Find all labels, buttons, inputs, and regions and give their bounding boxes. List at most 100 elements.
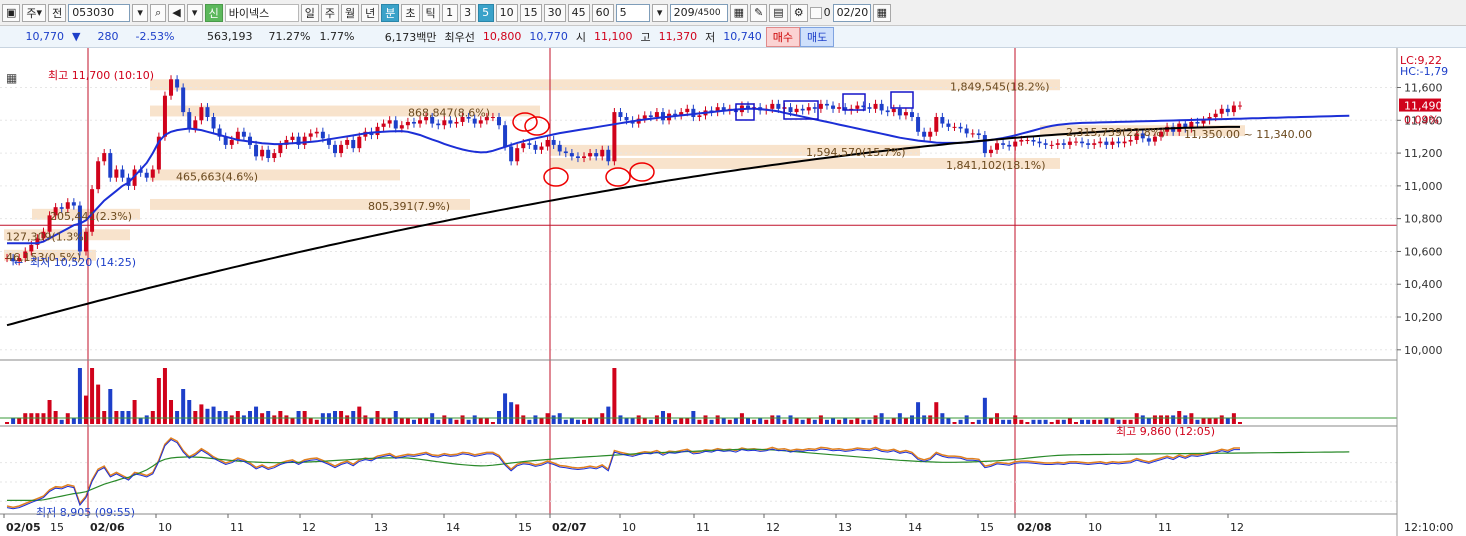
candle-body: [1080, 141, 1085, 144]
candle-body: [995, 143, 1000, 150]
x-tick-label: 02/08: [1017, 521, 1052, 534]
interval-select[interactable]: 5: [615, 3, 650, 22]
period-minute[interactable]: 분: [381, 3, 400, 22]
volume-bar: [23, 413, 28, 424]
interval-5[interactable]: 5: [477, 3, 494, 22]
period-second[interactable]: 초: [401, 3, 420, 22]
volume-bar: [746, 417, 751, 424]
period-tick[interactable]: 틱: [421, 3, 440, 22]
candle-body: [1061, 143, 1066, 145]
gear-icon[interactable]: ⚙: [789, 3, 808, 22]
period-day[interactable]: 일: [300, 3, 319, 22]
candle-body: [345, 139, 350, 145]
volume-bar: [600, 413, 605, 424]
chart-area[interactable]: 127,309(1.3%)46,153(0.5%)205,441(2.3%)46…: [0, 48, 1466, 536]
count-value: 209: [673, 6, 695, 19]
volume-bar: [515, 404, 520, 424]
candle-body: [557, 144, 562, 152]
candle-body: [776, 103, 781, 109]
tools-icon[interactable]: ✎: [750, 3, 768, 22]
sell-button[interactable]: 매도: [799, 26, 835, 47]
volume-bar: [418, 417, 423, 424]
candle-body: [162, 95, 167, 137]
volume-bar: [733, 417, 738, 424]
volume-bar: [484, 417, 489, 424]
candle-body: [575, 156, 580, 158]
interval-15[interactable]: 15: [519, 3, 542, 22]
interval-1[interactable]: 1: [441, 3, 458, 22]
x-tick-label: 12: [302, 521, 316, 534]
candle-body: [1116, 141, 1121, 144]
grid-icon[interactable]: ▦: [729, 3, 749, 22]
candle-body: [320, 131, 325, 139]
volume-bar: [575, 419, 580, 424]
candle-body: [1037, 141, 1042, 144]
volume-bar: [1073, 422, 1078, 424]
option-checkbox[interactable]: [809, 6, 822, 19]
interval-60[interactable]: 60: [591, 3, 614, 22]
period-week[interactable]: 주: [320, 3, 340, 22]
price-tick-label: 10,400: [1404, 278, 1443, 291]
x-tick-label: 10: [158, 521, 172, 534]
interval-dropdown-icon[interactable]: ▾: [651, 3, 668, 22]
volume-bar: [588, 417, 593, 424]
volume-bar: [199, 404, 204, 424]
candle-body: [958, 126, 963, 129]
candle-body: [205, 107, 210, 118]
volume-bar: [934, 402, 939, 424]
candle-body: [916, 117, 921, 132]
candle-body: [909, 112, 914, 118]
volume-bar: [861, 419, 866, 424]
corner-label-hc: HC:-1,79: [1400, 65, 1448, 78]
last-percent-tag: 0.09%: [1404, 114, 1439, 127]
interval-10[interactable]: 10: [495, 3, 518, 22]
interval-3[interactable]: 3: [459, 3, 476, 22]
interval-45[interactable]: 45: [567, 3, 590, 22]
speaker-dropdown-icon[interactable]: ▾: [186, 3, 203, 22]
stock-code-input[interactable]: 053030: [68, 3, 131, 22]
search-icon[interactable]: ⌕: [150, 3, 167, 22]
volume-bar: [995, 413, 1000, 424]
period-month[interactable]: 월: [341, 3, 360, 22]
layout-icon[interactable]: ▣: [2, 3, 21, 22]
interval-30[interactable]: 30: [543, 3, 566, 22]
buy-button[interactable]: 매수: [765, 26, 800, 47]
volume-bar: [818, 415, 823, 424]
type-selector[interactable]: 주 ▾: [22, 3, 47, 22]
period-year[interactable]: 년: [361, 3, 380, 22]
candle-body: [1128, 139, 1133, 142]
candle-body: [442, 120, 447, 126]
save-icon[interactable]: ▤: [769, 3, 788, 22]
volume-bar: [1140, 415, 1145, 424]
x-tick-label: 12: [1230, 521, 1244, 534]
volume-bar: [108, 389, 113, 424]
checkbox-label: 0: [823, 6, 831, 19]
calendar-icon[interactable]: ▦: [872, 3, 891, 22]
high-label: 고: [640, 30, 651, 44]
volume-bar: [424, 417, 429, 424]
volume-bar: [272, 415, 277, 424]
candle-body: [515, 148, 520, 162]
x-tick-label: 10: [1088, 521, 1102, 534]
indicator-low-annotation: 최저 8,905 (09:55): [36, 506, 135, 519]
candle-body: [114, 169, 119, 178]
candle-body: [102, 153, 107, 162]
count-input[interactable]: 209/4500: [669, 3, 728, 22]
volume-value: 563,193: [206, 30, 253, 43]
volume-bar: [794, 417, 799, 424]
code-dropdown-icon[interactable]: ▾: [132, 3, 149, 22]
candle-body: [418, 120, 423, 124]
candle-body: [59, 207, 64, 209]
speaker-icon[interactable]: ◀: [168, 3, 185, 22]
price-tick-label: 11,000: [1404, 180, 1443, 193]
date-input[interactable]: 02/20: [832, 3, 871, 22]
candle-body: [175, 79, 180, 88]
jeon-button[interactable]: 전: [48, 3, 67, 22]
volume-bar: [260, 413, 265, 424]
best-label: 최우선: [444, 30, 475, 44]
volume-bar: [940, 413, 945, 424]
volume-bar: [478, 417, 483, 424]
volume-bar: [612, 368, 617, 424]
candle-body: [490, 117, 495, 119]
volume-bar: [1171, 415, 1176, 424]
